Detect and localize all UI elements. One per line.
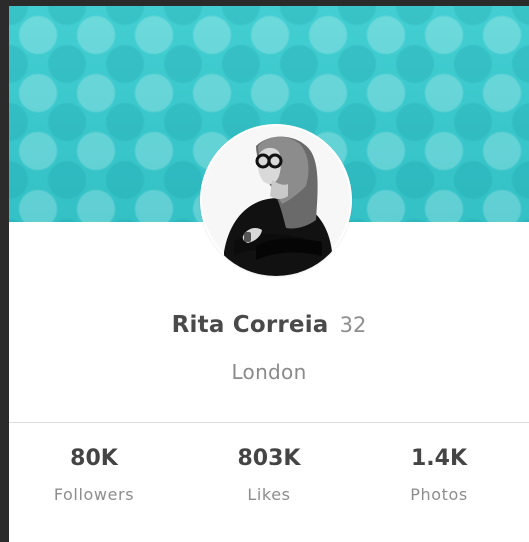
stat-likes[interactable]: 803K Likes xyxy=(184,446,354,504)
stat-likes-label: Likes xyxy=(247,485,291,504)
profile-card: Rita Correia 32 London 80K Followers 803… xyxy=(9,6,529,542)
stat-followers[interactable]: 80K Followers xyxy=(9,446,179,504)
profile-heading: Rita Correia 32 xyxy=(9,312,529,338)
avatar[interactable] xyxy=(200,124,352,276)
divider xyxy=(9,422,529,423)
stats-row: 80K Followers 803K Likes 1.4K Photos xyxy=(9,446,529,536)
stat-photos-label: Photos xyxy=(410,485,468,504)
profile-age: 32 xyxy=(339,313,367,337)
stat-photos[interactable]: 1.4K Photos xyxy=(354,446,524,504)
stat-followers-label: Followers xyxy=(53,485,135,504)
stat-photos-value: 1.4K xyxy=(410,446,468,471)
profile-name: Rita Correia xyxy=(171,312,329,338)
stat-followers-value: 80K xyxy=(70,446,118,471)
stat-likes-value: 803K xyxy=(237,446,301,471)
profile-location: London xyxy=(231,360,307,384)
